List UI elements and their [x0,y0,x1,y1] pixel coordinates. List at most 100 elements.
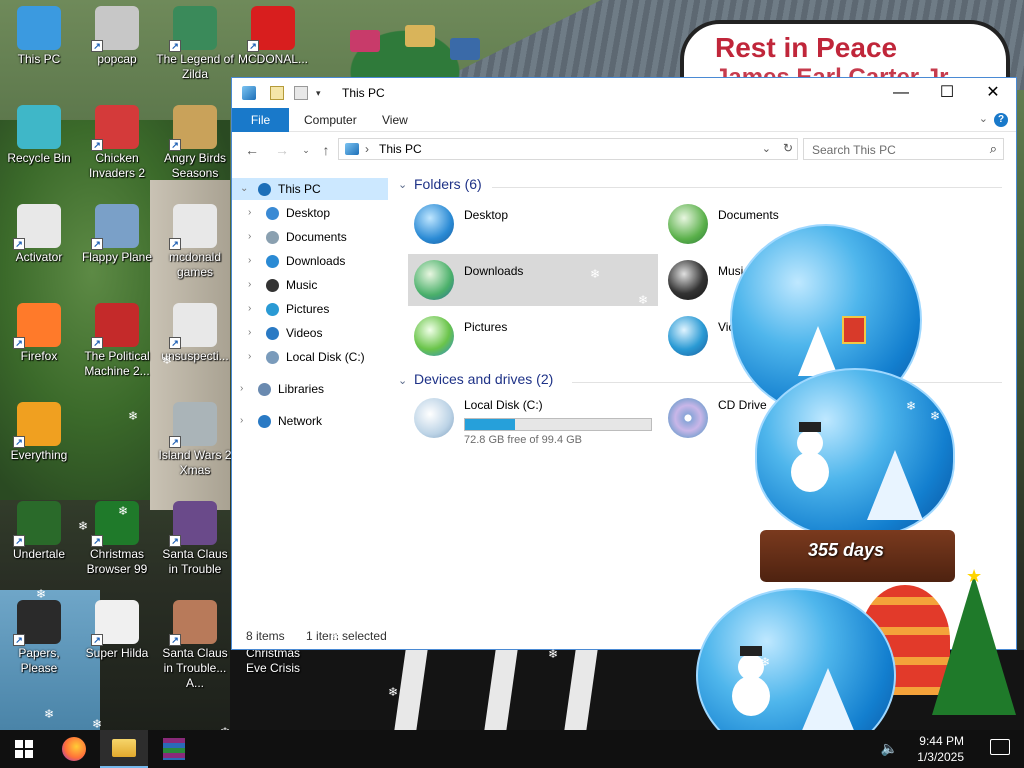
desktop-icon-mcdonalds[interactable]: ↗ MCDONAL... [234,6,312,67]
search-input[interactable]: Search This PC ⌕ [803,138,1004,160]
chevron-right-icon[interactable]: › [248,274,251,296]
desktop-icon-label: Firefox [20,349,58,363]
address-bar[interactable]: › This PC ⌄ ↻ [338,138,798,160]
desktop-icon-papers-please[interactable]: ↗ Papers, Please [0,600,78,676]
videos-folder-icon [668,316,708,356]
taskbar-firefox-button[interactable] [50,730,98,768]
desktop-icon-popcap[interactable]: ↗ popcap [78,6,156,67]
chevron-right-icon[interactable]: › [248,250,251,272]
chevron-down-icon[interactable]: ⌄ [240,178,248,200]
desktop-icon-angry-birds[interactable]: ↗ Angry Birds Seasons [156,105,234,181]
nav-item-desktop[interactable]: › Desktop [232,202,388,224]
tab-file[interactable]: File [232,108,289,132]
folder-tile-downloads[interactable]: Downloads [408,254,658,306]
folder-tile-desktop[interactable]: Desktop [408,198,658,250]
file-explorer-icon [112,739,136,757]
system-clock[interactable]: 9:44 PM 1/3/2025 [917,733,964,765]
desktop-icon-label: Undertale [12,547,66,561]
address-text[interactable]: This PC [379,142,422,156]
search-icon[interactable]: ⌕ [990,141,997,157]
desktop-icon-recycle-bin[interactable]: Recycle Bin [0,105,78,166]
snowflake-icon: ❄ [1004,589,1015,603]
window-title: This PC [342,86,385,100]
desktop-icon-this-pc[interactable]: This PC [0,6,78,67]
nav-folder-icon [266,351,279,364]
snowflake-icon: ❄ [760,655,771,669]
nav-item-local-disk-c[interactable]: › Local Disk (C:) [232,346,388,368]
file-icon: ↗ [13,204,61,250]
nav-item-libraries[interactable]: › Libraries [232,378,388,400]
drive-tile-local-disk[interactable]: Local Disk (C:) 72.8 GB free of 99.4 GB [408,392,658,446]
collapse-group-icon[interactable]: ⌄ [398,374,407,387]
desktop-icon-label: Angry Birds Seasons [163,151,227,180]
desktop-icon-firefox[interactable]: ↗ Firefox [0,303,78,364]
nav-item-label: Network [278,414,323,428]
desktop-icon-santa-claus[interactable]: ↗ Santa Claus in Trouble [156,501,234,577]
title-bar[interactable]: ▾ This PC — ☐ ✕ [232,78,1016,108]
desktop-icon-label: mcdonald games [168,250,222,279]
documents-folder-icon [668,204,708,244]
chevron-right-icon[interactable]: › [248,202,251,224]
desktop-icon-undertale[interactable]: ↗ Undertale [0,501,78,562]
back-button[interactable]: ← [242,140,262,160]
desktop-icon-file[interactable]: ↗ Activator [0,204,78,265]
recent-locations-icon[interactable]: ⌄ [296,140,316,160]
chevron-right-icon[interactable]: › [248,226,251,248]
new-folder-icon[interactable] [294,86,308,100]
nav-item-label: This PC [278,182,321,196]
up-button[interactable]: ↑ [316,140,336,160]
chevron-right-icon[interactable]: › [248,322,251,344]
file-icon: ↗ [169,303,217,349]
drives-group-header[interactable]: Devices and drives (2) [414,371,553,387]
desktop-icon-super-hilda[interactable]: ↗ Super Hilda [78,600,156,661]
nav-item-documents[interactable]: › Documents [232,226,388,248]
desktop-icon-chicken-invaders[interactable]: ↗ Chicken Invaders 2 [78,105,156,181]
minimize-button[interactable]: — [878,78,924,108]
refresh-icon[interactable]: ↻ [783,141,793,155]
santa-claus-icon: ↗ [169,501,217,547]
desktop-icon-flappy-plane[interactable]: ↗ Flappy Plane [78,204,156,265]
forward-button[interactable]: → [272,140,292,160]
help-icon[interactable]: ? [994,113,1008,127]
ribbon-expand-icon[interactable]: ⌄ [979,112,988,125]
shortcut-arrow-icon: ↗ [13,535,25,547]
mcdonalds-icon: ↗ [247,6,295,52]
close-button[interactable]: ✕ [970,78,1016,108]
quick-access-dropdown-icon[interactable]: ▾ [316,88,326,98]
desktop-icon-santa-claus[interactable]: ↗ Santa Claus in Trouble... A... [156,600,234,691]
desktop-icon-everything[interactable]: ↗ Everything [0,402,78,463]
maximize-button[interactable]: ☐ [924,78,970,108]
nav-item-music[interactable]: › Music [232,274,388,296]
volume-muted-icon[interactable]: 🔈 [881,740,898,757]
properties-icon[interactable] [270,86,284,100]
desktop-icon-island-wars[interactable]: ↗ Island Wars 2 Xmas [156,402,234,478]
desktop-icon-zilda[interactable]: ↗ The Legend of Zilda [156,6,234,82]
desktop-icon-label: Chicken Invaders 2 [88,151,146,180]
chevron-right-icon[interactable]: › [240,410,243,432]
desktop-icon-political-machine[interactable]: ↗ The Political Machine 2... [78,303,156,379]
nav-item-pictures[interactable]: › Pictures [232,298,388,320]
nav-item-videos[interactable]: › Videos [232,322,388,344]
desktop-icon-label: Recycle Bin [7,151,71,165]
collapse-group-icon[interactable]: ⌄ [398,178,407,191]
start-button[interactable] [0,730,48,768]
nav-item-this-pc[interactable]: ⌄ This PC [232,178,388,200]
nav-item-downloads[interactable]: › Downloads [232,250,388,272]
tab-computer[interactable]: Computer [290,108,371,132]
desktop-icon-file[interactable]: ↗ mcdonald games [156,204,234,280]
taskbar-file-explorer-button[interactable] [100,730,148,768]
snowflake-icon: ❄ [162,353,173,367]
chevron-right-icon[interactable]: › [248,346,251,368]
tab-view[interactable]: View [368,108,422,132]
notifications-icon[interactable] [990,739,1010,755]
desktop-icon-christmas-browser[interactable]: ↗ Christmas Browser 99 [78,501,156,577]
folders-group-header[interactable]: Folders (6) [414,176,482,192]
address-dropdown-icon[interactable]: ⌄ [762,142,771,155]
taskbar-winrar-button[interactable] [150,730,198,768]
chevron-right-icon[interactable]: › [240,378,243,400]
nav-item-label: Downloads [286,254,346,268]
nav-item-network[interactable]: › Network [232,410,388,432]
chevron-right-icon[interactable]: › [248,298,251,320]
folder-tile-pictures[interactable]: Pictures [408,310,658,362]
desktop-icon-label: popcap [97,52,137,66]
